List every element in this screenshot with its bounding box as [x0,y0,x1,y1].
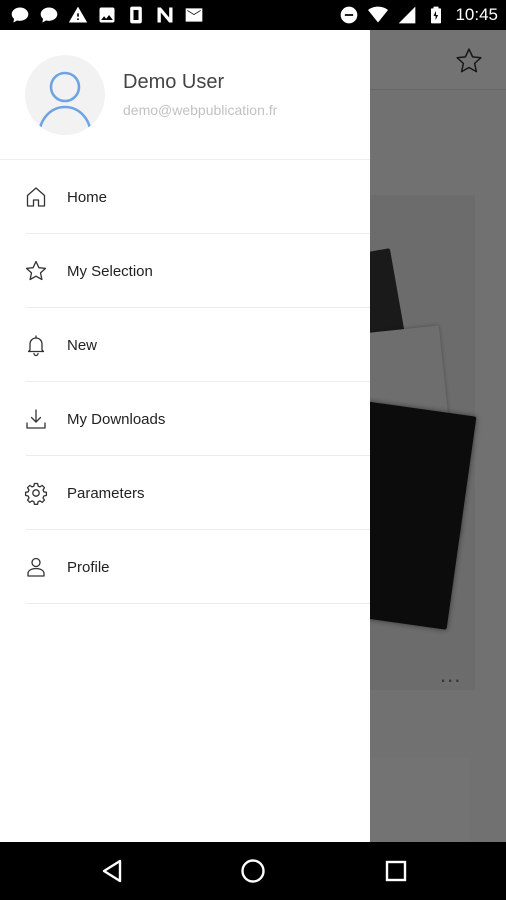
download-icon [24,407,48,431]
clock: 10:45 [455,5,498,24]
bell-icon [24,333,48,357]
sim-icon [126,5,146,25]
n-icon [155,5,175,25]
menu-item-my-selection[interactable]: My Selection [0,234,370,308]
user-email: demo@webpublication.fr [123,102,278,118]
navigation-drawer: Demo User demo@webpublication.fr Home My… [0,30,370,842]
drawer-menu: Home My Selection New My Downloads Param… [0,160,370,604]
star-icon [24,259,48,283]
menu-item-home[interactable]: Home [0,160,370,234]
back-icon[interactable] [98,857,126,885]
gear-icon [24,481,48,505]
home-icon [24,185,48,209]
drawer-header: Demo User demo@webpublication.fr [0,30,370,160]
wifi-icon [368,5,389,25]
recents-icon[interactable] [382,857,410,885]
phone-screen: 10:45 ution ... Demo User demo@webp [0,0,506,900]
battery-icon [426,5,446,25]
user-icon [24,555,48,579]
menu-item-label: My Selection [67,263,153,280]
avatar[interactable] [25,55,105,135]
menu-item-label: Parameters [67,485,145,502]
warning-icon [68,5,88,25]
menu-item-profile[interactable]: Profile [0,530,370,604]
home-circle-icon[interactable] [239,857,267,885]
chat-bubble-icon [39,5,59,25]
signal-icon [397,5,417,25]
mail-icon [184,5,204,25]
menu-item-label: New [67,337,98,354]
image-icon [97,5,117,25]
do-not-disturb-icon [339,5,359,25]
menu-item-new[interactable]: New [0,308,370,382]
system-icons: 10:45 [339,5,498,25]
menu-item-parameters[interactable]: Parameters [0,456,370,530]
chat-bubble-icon [10,5,30,25]
user-name: Demo User [123,71,225,93]
user-avatar-icon [37,71,93,134]
menu-item-label: Profile [67,559,110,576]
status-bar: 10:45 [0,0,506,30]
menu-item-my-downloads[interactable]: My Downloads [0,382,370,456]
menu-item-label: My Downloads [67,411,166,428]
system-navigation-bar [0,842,506,900]
menu-item-label: Home [67,189,108,206]
notification-icons [10,5,204,25]
